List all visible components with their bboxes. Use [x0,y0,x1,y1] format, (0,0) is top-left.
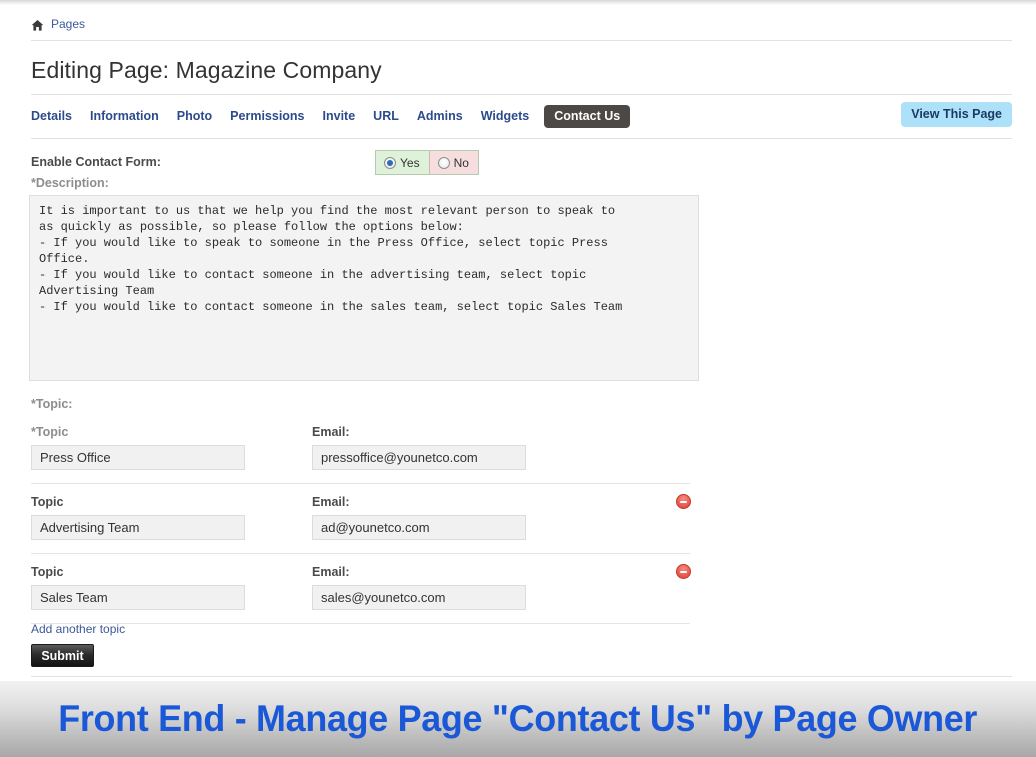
tab-information[interactable]: Information [81,105,168,127]
add-another-topic-link[interactable]: Add another topic [31,622,125,636]
tab-photo[interactable]: Photo [168,105,221,127]
email-input[interactable] [312,585,526,610]
divider-under-breadcrumb [31,40,1012,41]
toggle-option-yes[interactable]: Yes [376,151,429,174]
email-label: Email: [312,425,350,439]
toggle-no-label: No [453,155,469,170]
tab-permissions[interactable]: Permissions [221,105,313,127]
enable-contact-form-toggle: Yes No [375,150,479,175]
breadcrumb-link-pages[interactable]: Pages [51,17,85,31]
breadcrumb: Pages [31,15,85,33]
email-label: Email: [312,565,350,579]
radio-yes-icon[interactable] [384,156,396,169]
toggle-yes-label: Yes [400,155,420,170]
tab-widgets[interactable]: Widgets [472,105,539,127]
email-label: Email: [312,495,350,509]
radio-no-icon[interactable] [437,156,450,169]
divider-under-tabs [31,138,1012,139]
tab-url[interactable]: URL [364,105,408,127]
tab-invite[interactable]: Invite [314,105,365,127]
page-content: Pages Editing Page: Magazine Company Det… [0,5,1036,681]
tab-admins[interactable]: Admins [408,105,472,127]
remove-topic-icon[interactable] [676,564,691,579]
topic-input[interactable] [31,445,245,470]
tab-contact-us[interactable]: Contact Us [544,104,631,128]
view-this-page-button[interactable]: View This Page [901,102,1012,127]
submit-button[interactable]: Submit [31,644,94,667]
topic-row: Topic Email: [31,564,691,635]
remove-topic-icon[interactable] [676,494,691,509]
divider-bottom [31,676,1012,677]
email-input[interactable] [312,515,526,540]
screenshot-root: Pages Editing Page: Magazine Company Det… [0,0,1036,757]
topic-input[interactable] [31,585,245,610]
tab-navigation: Details Information Photo Permissions In… [31,104,631,128]
email-input[interactable] [312,445,526,470]
description-textarea[interactable]: It is important to us that we help you f… [29,195,699,381]
page-title: Editing Page: Magazine Company [31,57,382,83]
description-label-text: *Description: [31,176,109,190]
topic-label: Topic [31,565,64,579]
description-label: *Description: [31,174,109,192]
enable-contact-form-row: Enable Contact Form: [31,153,991,173]
topic-section-label-text: *Topic: [31,397,73,411]
topic-row: Topic Email: [31,494,691,565]
toggle-option-no[interactable]: No [428,151,478,174]
divider-under-title [31,94,1012,95]
enable-contact-form-label: Enable Contact Form: [31,155,161,169]
home-icon [31,19,44,32]
topic-label: Topic [31,495,64,509]
topic-row-divider [31,623,690,624]
topic-row-divider [31,553,690,554]
topic-section-label: *Topic: [31,395,72,413]
topic-row: *Topic Email: [31,425,691,495]
topic-row-divider [31,483,690,484]
topic-label: *Topic [31,425,69,439]
caption-banner: Front End - Manage Page "Contact Us" by … [0,681,1036,757]
caption-text: Front End - Manage Page "Contact Us" by … [58,698,978,739]
tab-details[interactable]: Details [31,105,81,127]
topic-input[interactable] [31,515,245,540]
